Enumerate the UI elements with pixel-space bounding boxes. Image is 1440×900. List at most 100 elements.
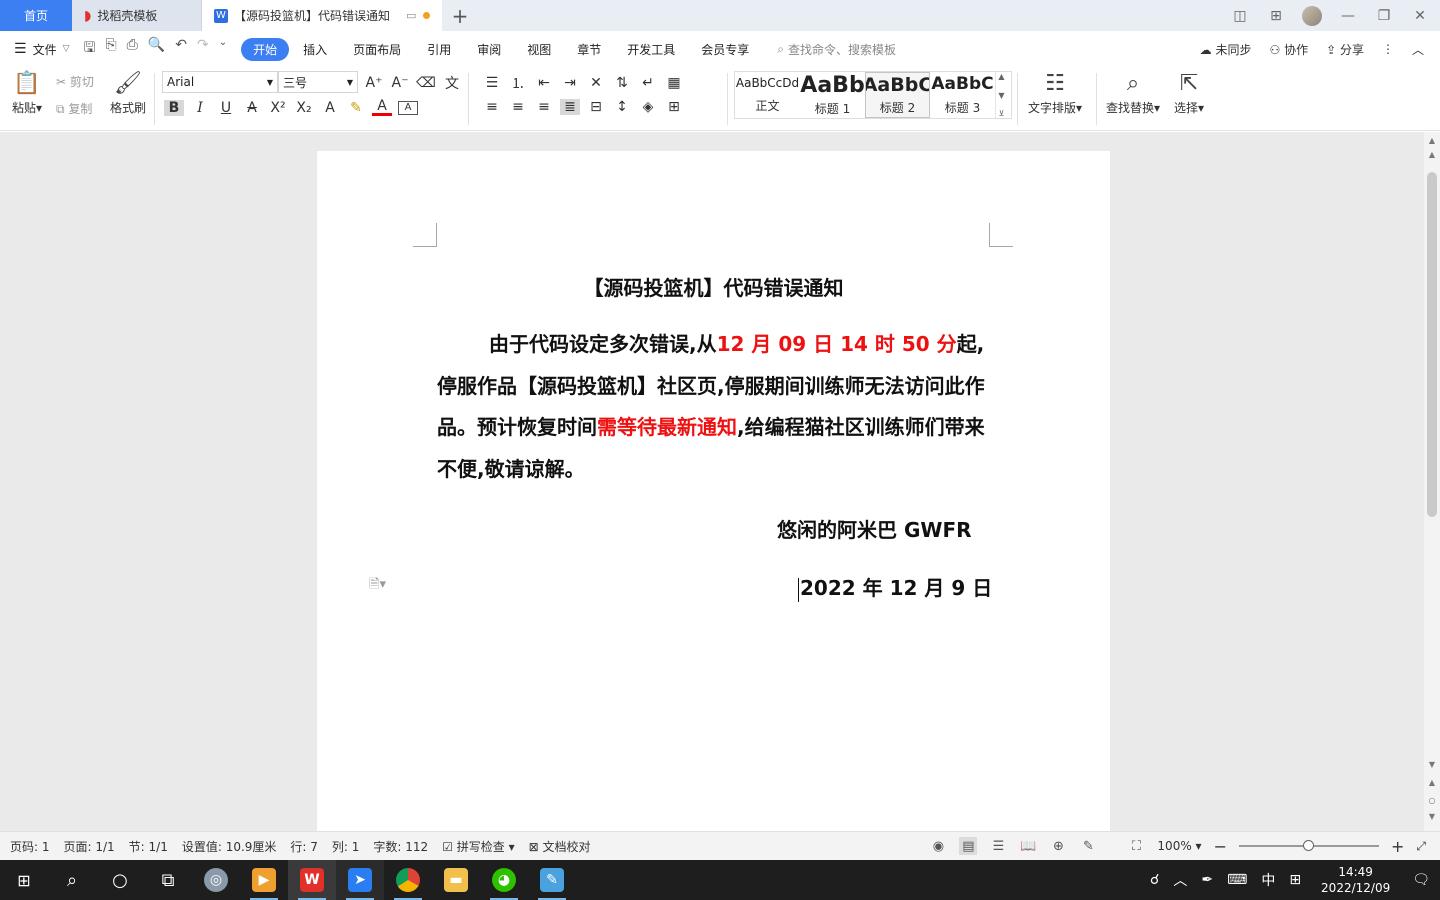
ime-mode-icon[interactable]: ⊞	[1289, 872, 1301, 888]
tab-template[interactable]: ◗ 找稻壳模板	[72, 0, 202, 31]
document-page[interactable]: 【源码投篮机】代码错误通知 由于代码设定多次错误,从12 月 09 日 14 时…	[317, 151, 1110, 851]
zoom-in-icon[interactable]: +	[1391, 837, 1404, 856]
pen-icon[interactable]: ✎	[1079, 837, 1097, 855]
table-grid-icon[interactable]: ▦	[664, 75, 684, 91]
file-menu-button[interactable]: ☰ 文件 ▽	[14, 41, 70, 58]
fit-page-icon[interactable]: ⛶	[1127, 837, 1145, 855]
search-button[interactable]: ⌕	[48, 860, 96, 900]
shading-icon[interactable]: ◈	[638, 99, 658, 115]
style-gallery-scroll[interactable]: ▲ ▼ ⊻	[995, 72, 1007, 118]
style-item[interactable]: AaBbC 标题 3	[930, 72, 995, 118]
decrease-indent-icon[interactable]: ⇤	[534, 75, 554, 91]
status-setting[interactable]: 设置值: 10.9厘米	[182, 838, 277, 855]
spell-check-button[interactable]: ☑ 拼写检查 ▾	[442, 838, 514, 855]
customize-chevron-icon[interactable]: ⌄	[219, 37, 227, 61]
taskbar-app-wechat[interactable]: ◕	[480, 860, 528, 900]
avatar[interactable]	[1302, 5, 1322, 26]
system-clock[interactable]: 14:49 2022/12/09	[1321, 864, 1390, 896]
reading-view-icon[interactable]: 📖	[1019, 837, 1037, 855]
align-right-icon[interactable]: ≡	[534, 99, 554, 115]
proofread-button[interactable]: ⊠ 文档校对	[529, 838, 591, 855]
shrink-font-icon[interactable]: A⁻	[390, 75, 410, 91]
taskbar-app-explorer[interactable]: ▬	[432, 860, 480, 900]
notification-icon[interactable]: 🗨	[1412, 872, 1430, 888]
highlight-button[interactable]: ✎	[346, 100, 366, 116]
print-preview-icon[interactable]: 🔍	[148, 37, 165, 61]
find-replace-button[interactable]: ⌕ 查找替换▾	[1106, 69, 1160, 116]
status-pages[interactable]: 页面: 1/1	[64, 838, 115, 855]
tab-menu-item[interactable]: 页面布局	[341, 38, 413, 61]
next-page-icon[interactable]: ▼	[1424, 812, 1440, 821]
scroll-top-icon[interactable]: ▲	[1424, 136, 1440, 145]
tab-menu-item[interactable]: 章节	[565, 38, 613, 61]
borders-icon[interactable]: ⊞	[664, 99, 684, 115]
task-view-button[interactable]: ⧉	[144, 860, 192, 900]
superscript-button[interactable]: X²	[268, 100, 288, 116]
scroll-thumb[interactable]	[1427, 172, 1437, 517]
cortana-button[interactable]: ○	[96, 860, 144, 900]
prev-page-icon[interactable]: ▲	[1424, 778, 1440, 787]
page-view-icon[interactable]: ▤	[959, 837, 978, 855]
text-layout-button[interactable]: ☷ 文字排版▾	[1028, 69, 1082, 116]
copy-button[interactable]: ⧉ 复制	[56, 100, 92, 117]
chinese-layout-icon[interactable]: ✕	[586, 75, 606, 91]
italic-button[interactable]: I	[190, 100, 210, 116]
sort-icon[interactable]: ⇅	[612, 75, 632, 91]
font-name-select[interactable]: Arial ▼	[162, 71, 278, 93]
expand-icon[interactable]: ⊻	[999, 109, 1005, 118]
taskbar-app-player[interactable]: ▶	[240, 860, 288, 900]
show-marks-icon[interactable]: ↵	[638, 75, 658, 91]
scroll-down-icon[interactable]: ▼	[1424, 760, 1440, 769]
taskbar-app-wps[interactable]: W	[288, 860, 336, 900]
tab-menu-item[interactable]: 引用	[415, 38, 463, 61]
more-icon[interactable]: ⋮	[1382, 42, 1394, 56]
char-border-button[interactable]: A	[398, 100, 418, 115]
keyboard-icon[interactable]: ⌨	[1227, 872, 1247, 888]
scroll-down-icon[interactable]: ▼	[998, 91, 1004, 100]
new-tab-button[interactable]: +	[442, 0, 478, 31]
clear-format-icon[interactable]: ⌫	[416, 75, 436, 91]
show-hidden-icon[interactable]: ︿	[1173, 870, 1187, 890]
font-size-select[interactable]: 三号 ▼	[278, 71, 358, 93]
tab-menu-item[interactable]: 插入	[291, 38, 339, 61]
start-button[interactable]: ⊞	[0, 860, 48, 900]
tab-menu-item[interactable]: 开始	[241, 37, 290, 61]
minimize-icon[interactable]: —	[1338, 6, 1358, 26]
export-pdf-icon[interactable]: ⎘	[105, 37, 116, 61]
tab-home[interactable]: 首页	[0, 0, 72, 31]
text-effect-button[interactable]: A	[320, 100, 340, 116]
align-center-icon[interactable]: ≡	[508, 99, 528, 115]
outline-view-icon[interactable]: ☰	[989, 837, 1007, 855]
tab-menu-item[interactable]: 审阅	[465, 38, 513, 61]
print-icon[interactable]: ⎙	[127, 37, 138, 61]
increase-indent-icon[interactable]: ⇥	[560, 75, 580, 91]
zoom-slider[interactable]	[1238, 840, 1379, 851]
paragraph-handle-icon[interactable]: 🗎▾	[369, 575, 386, 597]
justify-icon[interactable]: ≣	[560, 99, 580, 115]
grow-font-icon[interactable]: A⁺	[364, 75, 384, 91]
select-button[interactable]: ⇱ 选择▾	[1174, 69, 1204, 116]
status-col[interactable]: 列: 1	[332, 838, 360, 855]
strikethrough-button[interactable]: A	[242, 100, 262, 116]
tab-menu-item[interactable]: 开发工具	[615, 38, 687, 61]
ime-indicator[interactable]: 中	[1261, 870, 1275, 890]
fullscreen-icon[interactable]: ⤢	[1416, 839, 1426, 854]
tab-menu-item[interactable]: 视图	[515, 38, 563, 61]
scroll-up-icon[interactable]: ▲	[998, 72, 1004, 81]
bullets-icon[interactable]: ☰	[482, 75, 502, 91]
font-color-button[interactable]: A	[372, 99, 392, 116]
status-word-count[interactable]: 字数: 112	[373, 838, 428, 855]
bold-button[interactable]: B	[164, 99, 184, 116]
command-search[interactable]: ⌕ 查找命令、搜索模板	[777, 41, 896, 58]
undo-icon[interactable]: ↶	[175, 37, 187, 61]
zoom-select[interactable]: 100% ▾	[1157, 839, 1201, 853]
collapse-ribbon-icon[interactable]: ︿	[1412, 41, 1424, 58]
vertical-scrollbar[interactable]: ▲ ▲ ▼ ▲ ○ ▼	[1424, 132, 1440, 831]
numbering-icon[interactable]: ⒈	[508, 73, 528, 93]
layout-icon[interactable]: ◫	[1230, 6, 1250, 26]
share-button[interactable]: ⇪ 分享	[1326, 41, 1364, 58]
status-page-number[interactable]: 页码: 1	[10, 838, 50, 855]
zoom-slider-knob[interactable]	[1302, 840, 1314, 851]
underline-button[interactable]: U	[216, 100, 236, 116]
tab-menu-item[interactable]: 会员专享	[689, 38, 761, 61]
